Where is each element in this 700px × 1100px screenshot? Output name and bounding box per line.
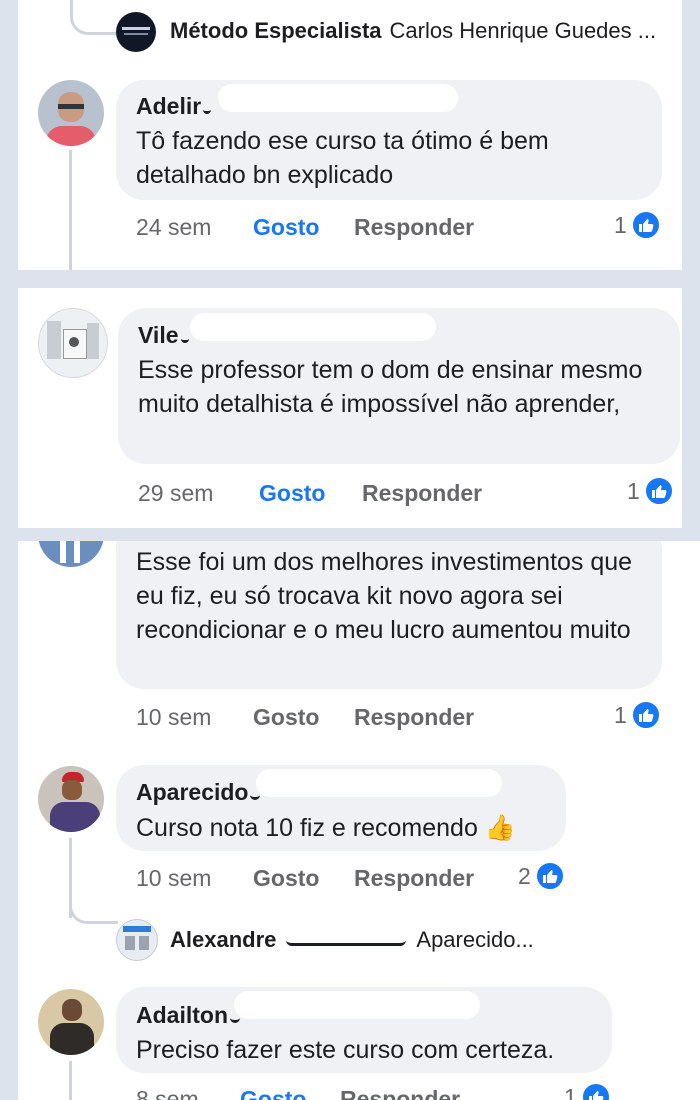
reply-snippet: Aparecido...: [416, 927, 534, 952]
comment-time[interactable]: 10 sem: [136, 704, 211, 731]
comment-text: Preciso fazer este curso com certeza.: [136, 1036, 555, 1064]
reply-button[interactable]: Responder: [362, 480, 482, 507]
reply-button[interactable]: Responder: [354, 704, 474, 731]
like-button[interactable]: Gosto: [253, 704, 319, 731]
comment-text: Esse foi um dos melhores investimentos q…: [136, 548, 633, 644]
avatar[interactable]: [38, 308, 108, 378]
reaction-count[interactable]: 1: [614, 210, 661, 240]
avatar[interactable]: [116, 12, 156, 52]
reply-preview[interactable]: Alexandre Aparecido...: [170, 927, 660, 953]
avatar[interactable]: [38, 80, 104, 146]
reaction-number: 1: [627, 477, 640, 504]
reply-preview[interactable]: Método Especialista Carlos Henrique Gued…: [170, 18, 670, 44]
like-icon: [630, 700, 661, 730]
reply-button[interactable]: Responder: [354, 865, 474, 892]
reaction-number: 2: [518, 862, 531, 889]
like-button[interactable]: Gosto: [253, 214, 319, 241]
comment-panel-1: Método Especialista Carlos Henrique Gued…: [18, 0, 682, 270]
reaction-count[interactable]: 1: [627, 476, 674, 506]
comment-panel-2: Vile Esse professor tem o dom de ensinar…: [18, 288, 682, 528]
reply-button[interactable]: Responder: [354, 214, 474, 241]
thread-connector: [69, 881, 118, 924]
comment-time[interactable]: 10 sem: [136, 865, 211, 892]
reply-author[interactable]: Alexandre: [170, 927, 276, 953]
avatar[interactable]: [116, 919, 158, 961]
comment-panel-3: Esse foi um dos melhores investimentos q…: [18, 541, 700, 1100]
comment-text: Tô fazendo ese curso ta ótimo é bem deta…: [136, 127, 549, 189]
comment-time[interactable]: 8 sem: [136, 1086, 199, 1100]
reaction-number: 1: [564, 1083, 577, 1100]
like-icon: [534, 861, 565, 891]
reply-author[interactable]: Método Especialista: [170, 18, 382, 44]
thread-connector: [70, 0, 119, 35]
redaction: [256, 769, 502, 797]
redaction: [234, 991, 480, 1019]
avatar[interactable]: [38, 766, 104, 832]
redaction: [218, 84, 458, 112]
redaction: [190, 313, 436, 341]
like-icon: [630, 210, 661, 240]
comment-time[interactable]: 29 sem: [138, 480, 213, 507]
comment-author[interactable]: Aparecido: [136, 779, 261, 806]
reaction-count[interactable]: 1: [614, 700, 661, 730]
avatar[interactable]: [38, 541, 104, 567]
reaction-count[interactable]: 1: [564, 1082, 611, 1100]
thread-line: [69, 1061, 72, 1100]
comment-text: Esse professor tem o dom de ensinar mesm…: [138, 356, 643, 418]
comment-text: Curso nota 10 fiz e recomendo 👍: [136, 814, 516, 842]
avatar[interactable]: [38, 989, 104, 1055]
comment-author[interactable]: Vile: [138, 322, 189, 349]
like-button[interactable]: Gosto: [240, 1086, 306, 1100]
like-button[interactable]: Gosto: [253, 865, 319, 892]
thread-line: [69, 150, 72, 270]
like-button[interactable]: Gosto: [259, 480, 325, 507]
comment-time[interactable]: 24 sem: [136, 214, 211, 241]
reply-snippet: Carlos Henrique Guedes ...: [389, 18, 657, 43]
reaction-count[interactable]: 2: [518, 861, 565, 891]
comment-author[interactable]: Adelir: [136, 93, 212, 120]
reaction-number: 1: [614, 701, 627, 728]
like-icon: [643, 476, 674, 506]
reply-button[interactable]: Responder: [340, 1086, 460, 1100]
comment-author[interactable]: Adailton: [136, 1002, 240, 1029]
reaction-number: 1: [614, 211, 627, 238]
like-icon: [580, 1082, 611, 1100]
